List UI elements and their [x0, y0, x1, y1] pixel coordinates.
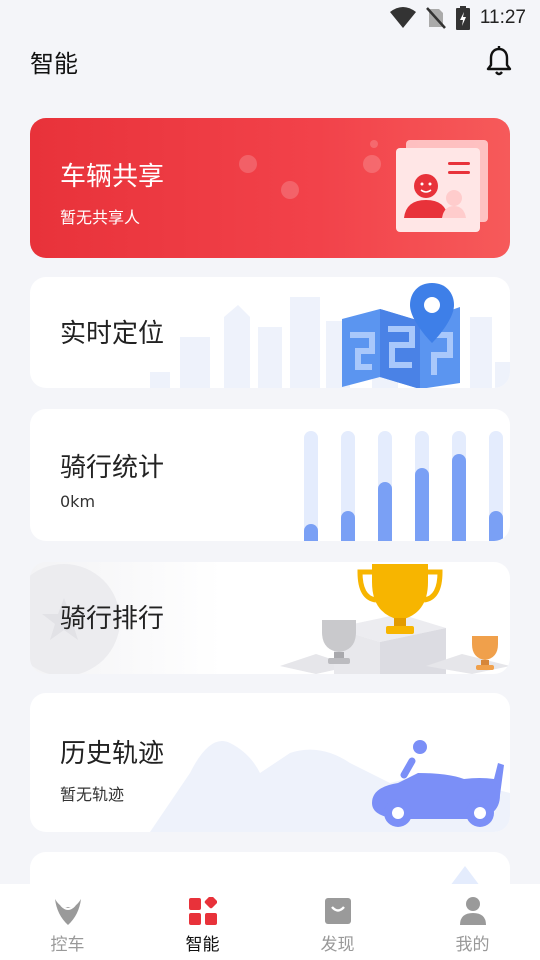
stats-bar-track	[304, 431, 318, 541]
nav-label-discover: 发现	[320, 935, 355, 955]
page-title: 智能	[30, 49, 78, 78]
scooter-icon	[372, 740, 504, 827]
nav-label-smart: 智能	[185, 935, 220, 955]
nav-item-smart[interactable]: 智能	[135, 884, 270, 960]
app-header: 智能	[0, 36, 540, 86]
grid-apps-icon	[188, 896, 218, 926]
stats-bar-track	[452, 431, 466, 541]
id-card-icon	[396, 140, 488, 232]
stats-bar-track	[489, 431, 503, 541]
map-pin-icon	[342, 283, 460, 388]
profile-icon	[458, 896, 488, 926]
riding-rank-title: 骑行排行	[60, 604, 165, 634]
riding-stats-title: 骑行统计	[60, 453, 165, 483]
nav-item-control[interactable]: 控车	[0, 884, 135, 960]
vehicle-share-card[interactable]: 车辆共享 暂无共享人	[30, 118, 510, 258]
stats-bar-fill	[489, 511, 503, 541]
nav-label-profile: 我的	[455, 935, 490, 955]
history-track-card[interactable]: 历史轨迹 暂无轨迹	[30, 693, 510, 832]
riding-rank-card[interactable]: 骑行排行	[30, 562, 510, 674]
stats-bar-track	[341, 431, 355, 541]
nav-label-control: 控车	[50, 935, 85, 955]
status-bar: 11:27	[0, 0, 540, 36]
vehicle-share-subtitle: 暂无共享人	[60, 208, 141, 227]
stats-bar-fill	[415, 468, 429, 541]
battery-charging-icon	[455, 6, 470, 30]
bell-icon	[486, 46, 512, 76]
status-time: 11:27	[479, 7, 526, 28]
history-track-subtitle: 暂无轨迹	[60, 785, 125, 804]
realtime-location-title: 实时定位	[60, 319, 165, 349]
realtime-location-card[interactable]: 实时定位	[30, 277, 510, 388]
bubbles-decoration	[239, 140, 381, 199]
stats-bar-track	[378, 431, 392, 541]
riding-distance-value: 0km	[60, 492, 96, 511]
vehicle-logo-icon	[53, 896, 83, 926]
stats-bar-track	[415, 431, 429, 541]
history-track-title: 历史轨迹	[60, 739, 165, 769]
nav-item-profile[interactable]: 我的	[405, 884, 540, 960]
wifi-icon	[389, 7, 416, 28]
riding-stats-card[interactable]: 骑行统计 0km	[30, 409, 510, 541]
notification-button[interactable]	[484, 46, 514, 76]
nav-item-discover[interactable]: 发现	[270, 884, 405, 960]
trophy-podium-icon	[280, 564, 510, 674]
stats-bar-fill	[378, 482, 392, 541]
stats-bar-fill	[452, 454, 466, 541]
stats-bar-fill	[304, 524, 318, 541]
no-sim-icon	[425, 7, 446, 29]
stats-bar-fill	[341, 511, 355, 541]
vehicle-share-title: 车辆共享	[60, 162, 165, 192]
stats-bar-chart	[304, 431, 510, 541]
triangle-decoration	[450, 866, 480, 886]
bottom-nav: 控车 智能 发现 我的	[0, 884, 540, 960]
discover-bag-icon	[323, 896, 353, 926]
